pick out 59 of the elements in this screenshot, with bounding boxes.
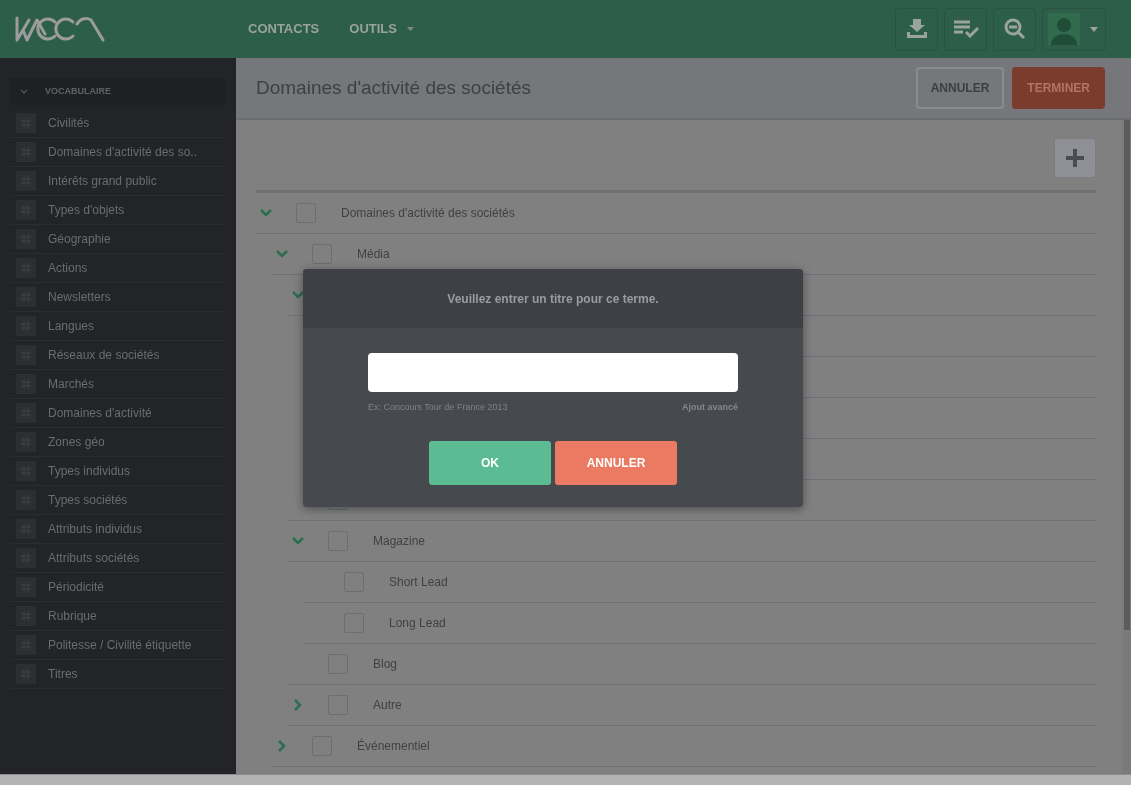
advanced-add-link[interactable]: Ajout avancé — [681, 401, 738, 415]
sidebar-item[interactable]: Types sociétés — [10, 486, 226, 515]
sidebar-item[interactable]: Langues — [10, 312, 226, 341]
sidebar-item-label: Types d'objets — [48, 202, 125, 219]
sidebar-item-label: Actions — [48, 260, 88, 277]
sidebar-item[interactable]: Attributs sociétés — [10, 544, 226, 573]
sidebar-item-label: Domaines d'activité — [48, 405, 152, 422]
sidebar-item-label: Intérêts grand public — [48, 173, 157, 190]
tree-item-label[interactable]: Magazine — [373, 532, 426, 550]
sidebar-item[interactable]: Zones géo — [10, 428, 226, 457]
sidebar-item-label: Titres — [48, 666, 78, 683]
sidebar-item[interactable]: Domaines d'activité des so.. — [10, 138, 226, 167]
section-header[interactable]: VOCABULAIRE — [10, 78, 226, 105]
sidebar-item-label: Newsletters — [48, 289, 111, 306]
sidebar-item[interactable]: Rubrique — [10, 602, 226, 631]
cancel-button[interactable]: ANNULER — [915, 67, 1005, 109]
page-title: Domaines d'activité des sociétés — [256, 75, 532, 100]
ok-button[interactable]: OK — [429, 440, 551, 485]
sidebar-item-label: Types individus — [48, 463, 131, 480]
sidebar-item[interactable]: Marchés — [10, 370, 226, 399]
tree-item-label[interactable]: Autre — [373, 696, 402, 714]
nav-link[interactable]: OUTILS — [349, 19, 414, 39]
sidebar-item[interactable]: Géographie — [10, 225, 226, 254]
nav-link[interactable]: CONTACTS — [248, 19, 320, 39]
cancel-button[interactable]: ANNULER — [555, 440, 677, 485]
sidebar-item[interactable]: Domaines d'activité — [10, 399, 226, 428]
sidebar-item[interactable]: Réseaux de sociétés — [10, 341, 226, 370]
tree-item-label[interactable]: Short Lead — [389, 573, 448, 591]
section-title: VOCABULAIRE — [45, 84, 111, 98]
sidebar-item[interactable]: Actions — [10, 254, 226, 283]
sidebar-item-label: Domaines d'activité des so.. — [48, 144, 198, 161]
tree-item-label[interactable]: Événementiel — [357, 737, 430, 755]
sidebar-item-label: Périodicité — [48, 579, 105, 596]
sidebar-item[interactable]: Titres — [10, 660, 226, 689]
sidebar-item[interactable]: Politesse / Civilité étiquette — [10, 631, 226, 660]
tree-item-label[interactable]: Média — [357, 245, 390, 263]
sidebar-item[interactable]: Civilités — [10, 109, 226, 138]
sidebar-item[interactable]: Intérêts grand public — [10, 167, 226, 196]
sidebar-item[interactable]: Périodicité — [10, 573, 226, 602]
sidebar-item-label: Types sociétés — [48, 492, 128, 509]
finish-button[interactable]: TERMINER — [1012, 67, 1105, 109]
sidebar-item-label: Attributs individus — [48, 521, 143, 538]
sidebar-item-label: Géographie — [48, 231, 111, 248]
dialog-title: Veuillez entrer un titre pour ce terme. — [447, 290, 659, 308]
sidebar-item[interactable]: Types d'objets — [10, 196, 226, 225]
sidebar-item-label: Rubrique — [48, 608, 97, 625]
tree-item-label[interactable]: Domaines d'activité des sociétés — [341, 204, 515, 222]
sidebar-item-label: Réseaux de sociétés — [48, 347, 160, 364]
tree-item-label[interactable]: Blog — [373, 655, 398, 673]
sidebar-item-label: Attributs sociétés — [48, 550, 140, 567]
sidebar-item-label: Langues — [48, 318, 95, 335]
sidebar-item-label: Zones géo — [48, 434, 105, 451]
sidebar-item-label: Marchés — [48, 376, 94, 393]
sidebar-item-label: Politesse / Civilité étiquette — [48, 637, 192, 654]
sidebar-item-label: Civilités — [48, 115, 90, 132]
sidebar-item[interactable]: Types individus — [10, 457, 226, 486]
sidebar-item[interactable]: Newsletters — [10, 283, 226, 312]
tree-item-label[interactable]: Long Lead — [389, 614, 446, 632]
sidebar-item[interactable]: Attributs individus — [10, 515, 226, 544]
